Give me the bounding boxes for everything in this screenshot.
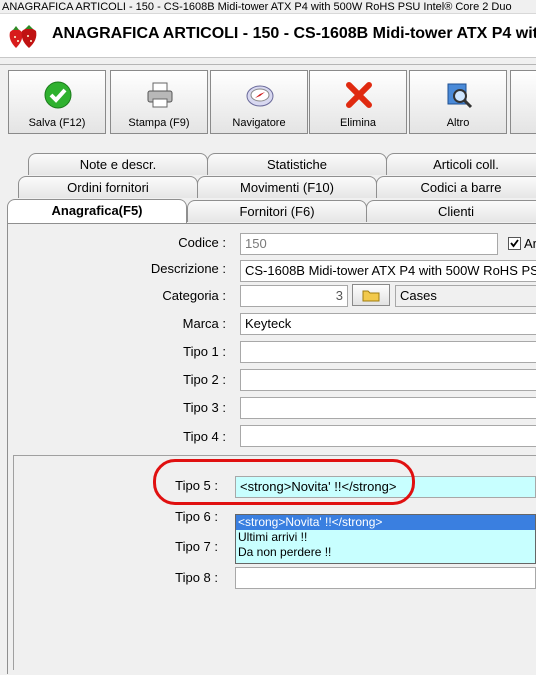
tab-fornitori[interactable]: Fornitori (F6) [187,200,367,222]
navigator-button-label: Navigatore [232,117,286,129]
tab-statistiche[interactable]: Statistiche [207,153,387,175]
print-button-label: Stampa (F9) [128,117,190,129]
compass-icon [246,85,274,107]
strawberries-icon [9,25,37,48]
tab-note-descr[interactable]: Note e descr. [28,153,208,175]
tab-anagrafica[interactable]: Anagrafica(F5) [7,199,187,223]
tipo4-label: Tipo 4 : [183,429,226,444]
annotation-highlight-ellipse [153,459,415,505]
tipo1-label: Tipo 1 : [183,344,226,359]
dropdown-option[interactable]: <strong>Novita' !!</strong> [236,515,535,530]
tipo7-label: Tipo 7 : [175,539,218,554]
extra-button[interactable]: L [510,70,536,134]
tab-clienti[interactable]: Clienti [366,200,536,222]
marca-field[interactable]: Keyteck [240,313,536,335]
app-header: ANAGRAFICA ARTICOLI - 150 - CS-1608B Mid… [0,14,536,58]
codice-label: Codice : [178,235,226,250]
delete-button-label: Elimina [339,117,377,129]
tab-articoli-coll[interactable]: Articoli coll. [386,153,536,175]
more-button-label: Altro [446,117,470,129]
categoria-code-field[interactable]: 3 [240,285,348,307]
tab-codici-barre[interactable]: Codici a barre [376,176,536,198]
more-button[interactable]: Altro [409,70,507,134]
tipo8-field[interactable] [235,567,536,589]
save-button-label: Salva (F12) [28,117,86,129]
print-button[interactable]: Stampa (F9) [110,70,208,134]
codice-field[interactable]: 150 [240,233,498,255]
dropdown-option[interactable]: Da non perdere !! [236,545,535,560]
save-button[interactable]: Salva (F12) [8,70,106,134]
red-x-icon [346,82,372,108]
window-title: ANAGRAFICA ARTICOLI - 150 - CS-1608B Mid… [2,1,512,13]
folder-icon [362,290,380,302]
tipo6-label: Tipo 6 : [175,509,218,524]
categoria-name-field: Cases [395,285,536,307]
descrizione-field[interactable]: CS-1608B Midi-tower ATX P4 with 500W RoH… [240,260,536,282]
tipo4-field[interactable] [240,425,536,447]
check-mark-icon [510,239,519,248]
checkbox[interactable] [508,237,521,250]
tipo5-dropdown-list[interactable]: <strong>Novita' !!</strong> Ultimi arriv… [235,514,536,564]
checkmark-icon [44,81,72,109]
tab-movimenti[interactable]: Movimenti (F10) [197,176,377,198]
tipo3-label: Tipo 3 : [183,400,226,415]
delete-button[interactable]: Elimina [309,70,407,134]
toolbar: Salva (F12) Stampa (F9) Navigatore Elimi… [8,70,536,136]
checkbox-label: Ar [524,236,536,251]
categoria-label: Categoria : [162,288,226,303]
tipo2-label: Tipo 2 : [183,372,226,387]
tipo8-label: Tipo 8 : [175,570,218,585]
magnifier-icon [447,83,473,109]
navigator-button[interactable]: Navigatore [210,70,308,134]
printer-icon [147,82,173,108]
descrizione-label: Descrizione : [150,261,226,276]
dropdown-option[interactable]: Ultimi arrivi !! [236,530,535,545]
page-title: ANAGRAFICA ARTICOLI - 150 - CS-1608B Mid… [52,25,536,42]
window-title-bar: ANAGRAFICA ARTICOLI - 150 - CS-1608B Mid… [0,0,536,14]
categoria-browse-button[interactable] [352,284,390,306]
tipo2-field[interactable] [240,369,536,391]
tipo1-field[interactable] [240,341,536,363]
marca-label: Marca : [182,316,226,331]
tipo3-field[interactable] [240,397,536,419]
tab-ordini-fornitori[interactable]: Ordini fornitori [18,176,198,198]
